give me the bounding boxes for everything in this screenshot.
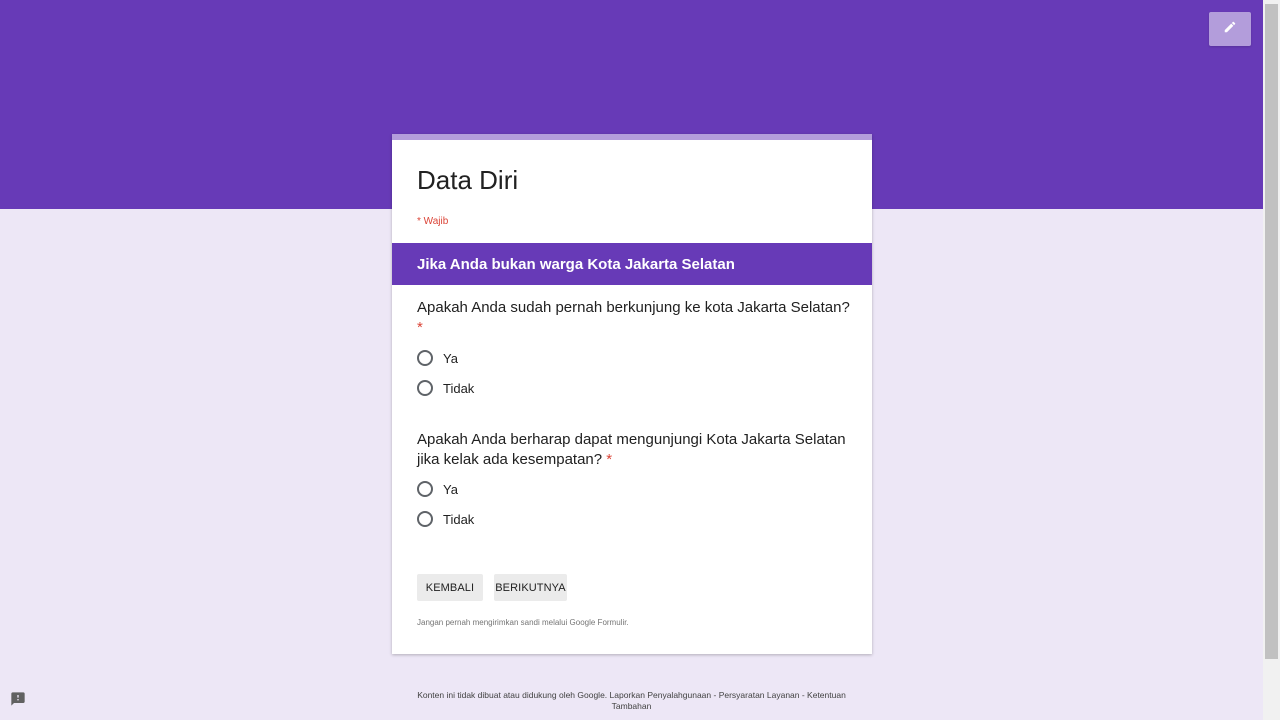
option-label: Ya bbox=[443, 481, 458, 497]
radio-button[interactable] bbox=[417, 481, 433, 497]
form-card: Data Diri * Wajib Jika Anda bukan warga … bbox=[392, 134, 872, 654]
radio-button[interactable] bbox=[417, 350, 433, 366]
footer-disclaimer: Konten ini tidak dibuat atau didukung ol… bbox=[417, 690, 846, 711]
section-title: Jika Anda bukan warga Kota Jakarta Selat… bbox=[417, 256, 735, 273]
question-2-option-tidak[interactable]: Tidak bbox=[417, 509, 474, 529]
report-problem-icon[interactable] bbox=[10, 691, 26, 712]
question-2: Apakah Anda berharap dapat mengunjungi K… bbox=[417, 430, 857, 470]
option-label: Tidak bbox=[443, 511, 475, 527]
required-star: * bbox=[417, 319, 423, 336]
option-label: Ya bbox=[443, 350, 458, 366]
next-button[interactable]: BERIKUTNYA bbox=[494, 574, 567, 601]
back-button[interactable]: KEMBALI bbox=[417, 574, 483, 601]
edit-form-button[interactable] bbox=[1209, 12, 1251, 46]
radio-button[interactable] bbox=[417, 380, 433, 396]
option-label: Tidak bbox=[443, 380, 475, 396]
form-title: Data Diri bbox=[417, 165, 519, 195]
card-accent-bar bbox=[392, 134, 872, 140]
pencil-icon bbox=[1223, 20, 1237, 39]
section-header: Jika Anda bukan warga Kota Jakarta Selat… bbox=[392, 243, 872, 285]
question-1-text: Apakah Anda sudah pernah berkunjung ke k… bbox=[417, 299, 850, 316]
question-2-text: Apakah Anda berharap dapat mengunjungi K… bbox=[417, 431, 846, 468]
required-note: * Wajib bbox=[417, 216, 449, 227]
required-star: * bbox=[606, 451, 613, 468]
question-2-option-ya[interactable]: Ya bbox=[417, 479, 458, 499]
scrollbar-thumb[interactable] bbox=[1265, 4, 1278, 659]
password-warning: Jangan pernah mengirimkan sandi melalui … bbox=[417, 618, 629, 627]
question-1: Apakah Anda sudah pernah berkunjung ke k… bbox=[417, 298, 857, 338]
vertical-scrollbar[interactable] bbox=[1263, 0, 1280, 720]
question-1-option-tidak[interactable]: Tidak bbox=[417, 378, 474, 398]
question-1-option-ya[interactable]: Ya bbox=[417, 348, 458, 368]
radio-button[interactable] bbox=[417, 511, 433, 527]
